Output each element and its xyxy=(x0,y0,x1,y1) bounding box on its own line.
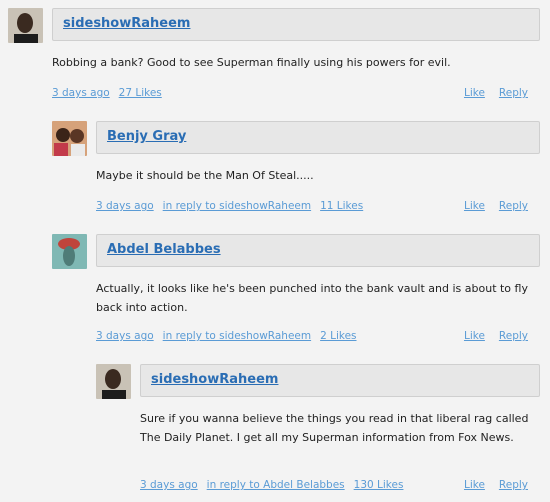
author-bar: sideshowRaheem xyxy=(52,8,540,41)
avatar[interactable] xyxy=(8,8,43,43)
comment-text: Maybe it should be the Man Of Steal..... xyxy=(96,169,314,182)
reply-button[interactable]: Reply xyxy=(499,479,528,491)
in-reply-to-link[interactable]: in reply to sideshowRaheem xyxy=(163,200,311,212)
avatar[interactable] xyxy=(52,234,87,269)
in-reply-to-link[interactable]: in reply to Abdel Belabbes xyxy=(207,479,345,491)
reply-button[interactable]: Reply xyxy=(499,330,528,342)
comment-text: Robbing a bank? Good to see Superman fin… xyxy=(52,56,451,69)
author-bar: sideshowRaheem xyxy=(140,364,540,397)
comment-meta: 3 days ago in reply to sideshowRaheem 11 L… xyxy=(96,200,540,212)
timestamp-link[interactable]: 3 days ago xyxy=(96,200,154,212)
likes-count-link[interactable]: 2 Likes xyxy=(320,330,356,342)
comment-text: Actually, it looks like he's been punche… xyxy=(96,282,528,314)
reply-button[interactable]: Reply xyxy=(499,87,528,99)
timestamp-link[interactable]: 3 days ago xyxy=(96,330,154,342)
like-button[interactable]: Like xyxy=(464,330,485,342)
timestamp-link[interactable]: 3 days ago xyxy=(140,479,198,491)
like-button[interactable]: Like xyxy=(464,479,485,491)
likes-count-link[interactable]: 11 Likes xyxy=(320,200,363,212)
likes-count-link[interactable]: 130 Likes xyxy=(354,479,404,491)
author-bar: Abdel Belabbes xyxy=(96,234,540,267)
author-bar: Benjy Gray xyxy=(96,121,540,154)
comment: Abdel Belabbes Actually, it looks like h… xyxy=(52,234,540,349)
comment-text: Sure if you wanna believe the things you… xyxy=(140,412,529,444)
avatar[interactable] xyxy=(96,364,131,399)
in-reply-to-link[interactable]: in reply to sideshowRaheem xyxy=(163,330,311,342)
comment-meta: 3 days ago 27 Likes Like Reply xyxy=(52,87,540,99)
comment-meta: 3 days ago in reply to sideshowRaheem 2 Li… xyxy=(96,330,540,342)
author-name-link[interactable]: Benjy Gray xyxy=(107,129,186,144)
comment: sideshowRaheem Robbing a bank? Good to s… xyxy=(8,8,540,108)
timestamp-link[interactable]: 3 days ago xyxy=(52,87,110,99)
author-name-link[interactable]: sideshowRaheem xyxy=(63,16,190,31)
avatar[interactable] xyxy=(52,121,87,156)
like-button[interactable]: Like xyxy=(464,87,485,99)
comment: Benjy Gray Maybe it should be the Man Of… xyxy=(52,121,540,221)
author-name-link[interactable]: sideshowRaheem xyxy=(151,372,278,387)
comment: sideshowRaheem Sure if you wanna believe… xyxy=(96,364,540,500)
like-button[interactable]: Like xyxy=(464,200,485,212)
likes-count-link[interactable]: 27 Likes xyxy=(119,87,162,99)
reply-button[interactable]: Reply xyxy=(499,200,528,212)
comment-meta: 3 days ago in reply to Abdel Belabbes 130 … xyxy=(140,479,540,491)
author-name-link[interactable]: Abdel Belabbes xyxy=(107,242,221,257)
